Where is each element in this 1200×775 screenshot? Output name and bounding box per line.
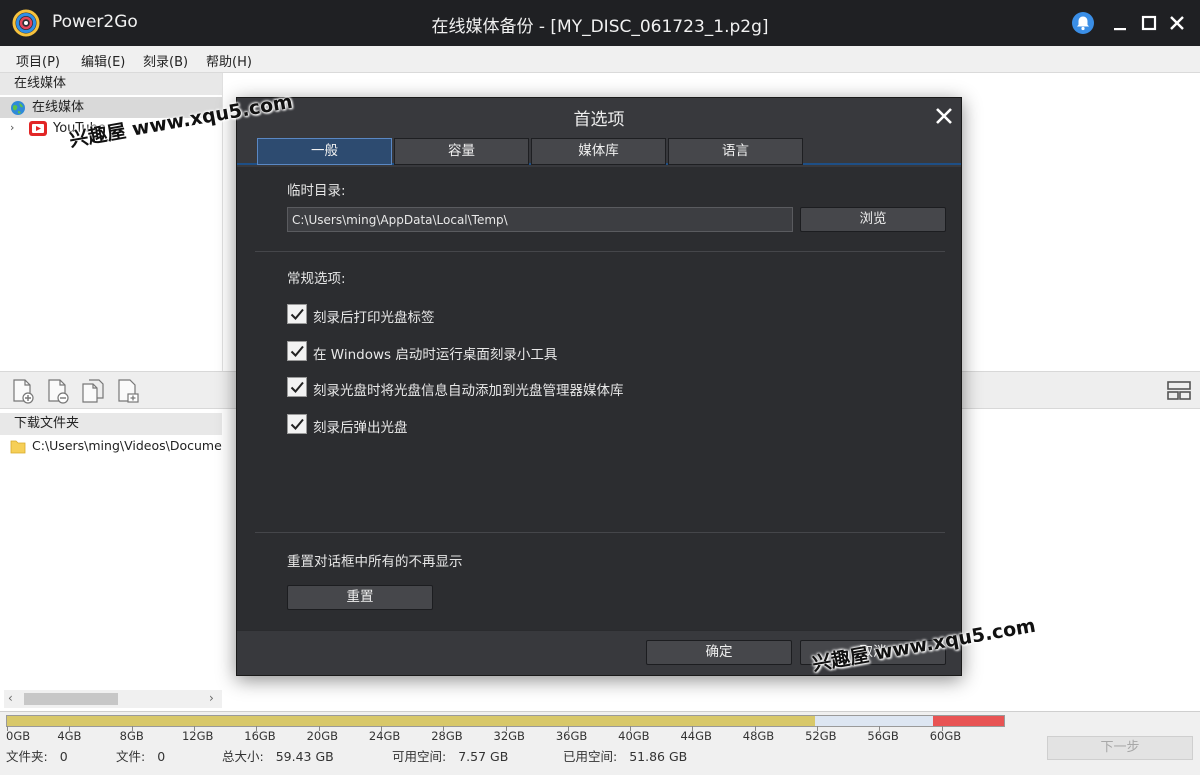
download-folder-item[interactable]: C:\Users\ming\Videos\Documents: [0, 435, 222, 457]
status-used: 已用空间: 51.86 GB: [563, 746, 687, 765]
temp-dir-input[interactable]: [287, 207, 793, 232]
tab-general[interactable]: 一般: [257, 138, 392, 165]
separator: [255, 532, 945, 533]
general-options-label: 常规选项:: [287, 271, 346, 287]
tab-media-library[interactable]: 媒体库: [531, 138, 666, 165]
youtube-icon: [29, 121, 47, 143]
status-folders-value: 0: [59, 749, 68, 764]
option-eject-disc-text: 刻录后弹出光盘: [313, 420, 408, 436]
tab-language[interactable]: 语言: [668, 138, 803, 165]
ok-button[interactable]: 确定: [646, 640, 792, 665]
bell-icon[interactable]: [1069, 9, 1097, 37]
capacity-tick-label: 44GB: [680, 729, 712, 743]
capacity-tick-label: 52GB: [805, 729, 837, 743]
maximize-icon[interactable]: [1135, 9, 1163, 37]
status-available-value: 7.57 GB: [458, 749, 509, 764]
separator: [255, 251, 945, 252]
status-folders: 文件夹: 0: [6, 746, 68, 765]
status-files-value: 0: [157, 749, 166, 764]
view-list-icon[interactable]: [1166, 379, 1192, 407]
checkbox-print-label[interactable]: [287, 304, 307, 324]
status-total-value: 59.43 GB: [275, 749, 334, 764]
capacity-over-segment: [932, 716, 1004, 726]
option-print-label-text: 刻录后打印光盘标签: [313, 310, 435, 326]
remove-file-icon[interactable]: [45, 377, 71, 405]
status-total: 总大小: 59.43 GB: [222, 746, 334, 765]
menu-bar: 项目(P) 编辑(E) 刻录(B) 帮助(H): [0, 46, 1200, 73]
capacity-free-segment: [814, 716, 933, 726]
scrollbar-thumb[interactable]: [24, 693, 118, 705]
menu-burn[interactable]: 刻录(B): [143, 51, 188, 70]
online-media-header: 在线媒体: [0, 73, 222, 95]
capacity-tick-label: 48GB: [742, 729, 775, 743]
browse-button[interactable]: 浏览: [800, 207, 946, 232]
tab-capacity[interactable]: 容量: [394, 138, 529, 165]
capacity-tick-label: 8GB: [119, 729, 144, 743]
download-folder-panel: 下载文件夹 C:\Users\ming\Videos\Documents: [0, 409, 222, 711]
close-icon[interactable]: [1163, 9, 1191, 37]
tree-item-online-media-label: 在线媒体: [32, 100, 85, 115]
capacity-tick-label: 32GB: [493, 729, 525, 743]
capacity-tick-label: 60GB: [929, 729, 962, 743]
folder-icon: [10, 439, 26, 457]
capacity-tick-label: 20GB: [306, 729, 338, 743]
status-available-label: 可用空间:: [392, 749, 447, 764]
checkbox-add-disc-info[interactable]: [287, 377, 307, 397]
minimize-icon[interactable]: [1106, 9, 1134, 37]
dialog-title: 首选项: [573, 110, 625, 130]
next-button[interactable]: 下一步: [1047, 736, 1193, 760]
capacity-panel: 0GB 4GB 8GB 12GB 16GB 20GB 24GB 28GB 32GB 36GB 40G…: [0, 711, 1200, 775]
capacity-tick-label: 16GB: [244, 729, 276, 743]
horizontal-scrollbar[interactable]: ‹ ›: [4, 690, 222, 708]
status-available: 可用空间: 7.57 GB: [392, 746, 508, 765]
checkbox-eject-disc[interactable]: [287, 414, 307, 434]
power2go-logo-icon: [12, 9, 40, 37]
app-name: Power2Go: [52, 12, 138, 32]
menu-edit[interactable]: 编辑(E): [81, 51, 125, 70]
option-add-disc-info-text: 刻录光盘时将光盘信息自动添加到光盘管理器媒体库: [313, 383, 624, 399]
status-used-label: 已用空间:: [563, 749, 618, 764]
capacity-tick-label: 56GB: [867, 729, 899, 743]
capacity-tick-label: 24GB: [368, 729, 401, 743]
menu-project[interactable]: 项目(P): [16, 51, 60, 70]
capacity-tick-label: 28GB: [431, 729, 463, 743]
temp-dir-label: 临时目录:: [287, 183, 346, 199]
scroll-right-icon[interactable]: ›: [209, 691, 214, 705]
title-bar: Power2Go 在线媒体备份 - [MY_DISC_061723_1.p2g]: [0, 0, 1200, 46]
status-files: 文件: 0: [116, 746, 165, 765]
capacity-tick-label: 40GB: [618, 729, 650, 743]
capacity-tick-label: 12GB: [181, 729, 214, 743]
status-total-label: 总大小:: [222, 749, 264, 764]
checkbox-startup-gadget[interactable]: [287, 341, 307, 361]
capacity-used-segment: [7, 716, 815, 726]
window-title: 在线媒体备份 - [MY_DISC_061723_1.p2g]: [431, 17, 769, 37]
capacity-tick-label: 4GB: [57, 729, 82, 743]
menu-help[interactable]: 帮助(H): [206, 51, 252, 70]
option-startup-gadget-text: 在 Windows 启动时运行桌面刻录小工具: [313, 347, 558, 363]
download-folder-path: C:\Users\ming\Videos\Documents: [32, 438, 222, 453]
dialog-tabs: 一般 容量 媒体库 语言: [237, 135, 961, 165]
dialog-close-icon[interactable]: [933, 105, 955, 127]
scroll-left-icon[interactable]: ‹: [8, 691, 13, 705]
download-folder-header: 下载文件夹: [0, 413, 222, 435]
capacity-tick-label: 0GB: [6, 729, 31, 743]
copy-file-icon[interactable]: [80, 377, 106, 405]
status-used-value: 51.86 GB: [629, 749, 688, 764]
reset-button[interactable]: 重置: [287, 585, 433, 610]
preferences-dialog: 首选项 一般 容量 媒体库 语言 临时目录: 浏览 常规选项: 刻录后打印光盘标…: [236, 97, 962, 676]
status-folders-label: 文件夹:: [6, 749, 48, 764]
add-folder-file-icon[interactable]: [115, 377, 141, 405]
dialog-body: 临时目录: 浏览 常规选项: 刻录后打印光盘标签 在 Windows 启动时运行…: [237, 167, 961, 630]
add-file-icon[interactable]: [10, 377, 36, 405]
expand-arrow-icon[interactable]: ›: [10, 117, 14, 138]
reset-description: 重置对话框中所有的不再显示: [287, 554, 463, 570]
status-files-label: 文件:: [116, 749, 146, 764]
capacity-tick-label: 36GB: [555, 729, 588, 743]
